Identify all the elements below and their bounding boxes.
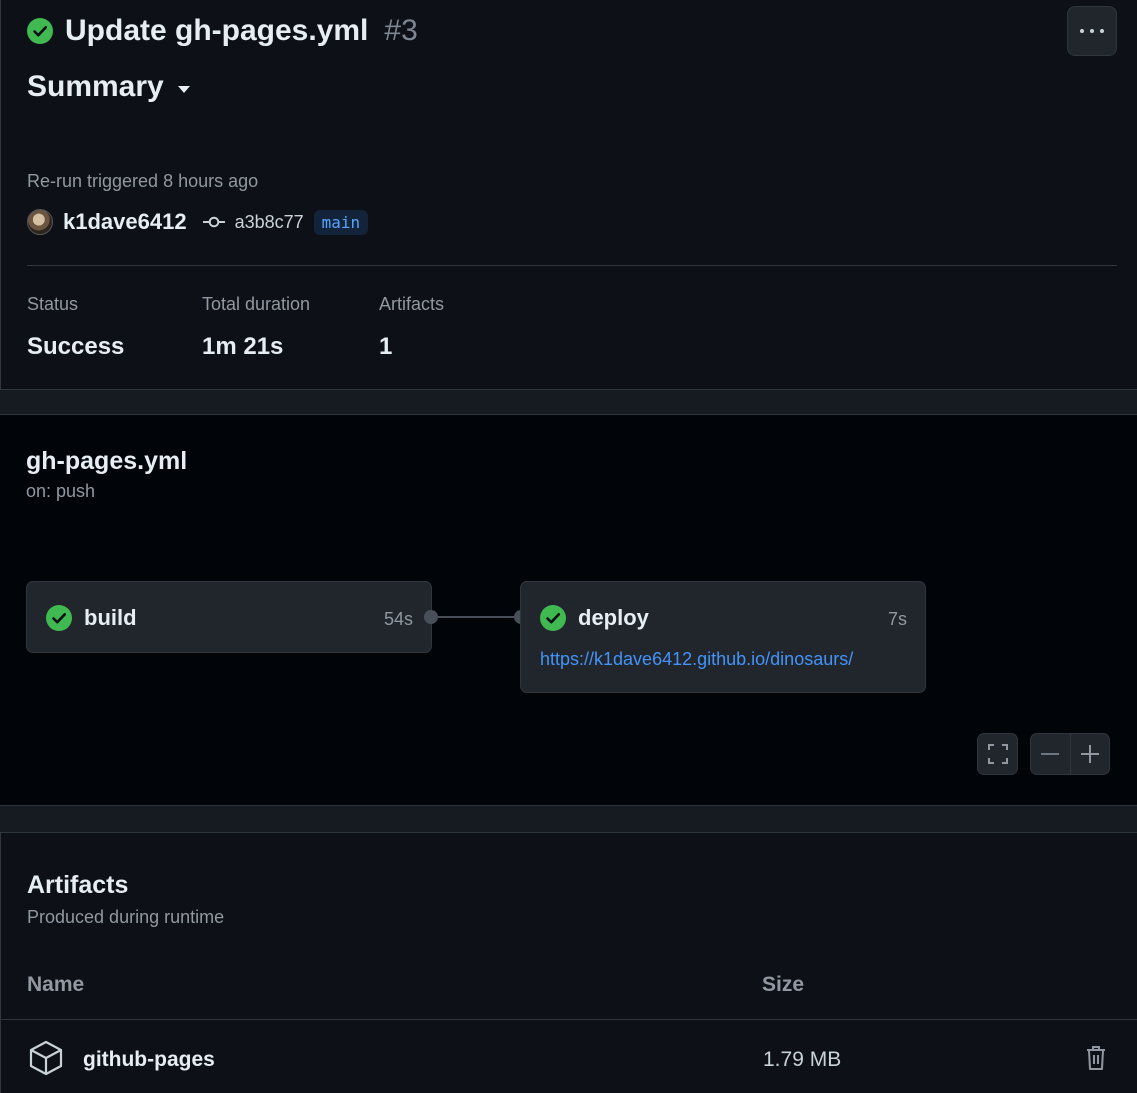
zoom-in-button[interactable] (1070, 734, 1109, 774)
stat-value: 1m 21s (202, 333, 284, 360)
workflow-graph: gh-pages.yml on: push build 54s deploy 7… (0, 414, 1137, 806)
job-connector (431, 616, 521, 618)
workflow-trigger: on: push (26, 481, 96, 501)
stat-status: Status Success (27, 294, 202, 361)
run-stats: Status Success Total duration 1m 21s Art… (27, 294, 444, 361)
success-check-icon (27, 18, 53, 44)
job-build[interactable]: build 54s (26, 581, 432, 653)
run-meta: k1dave6412 a3b8c77 main (27, 205, 369, 239)
job-name: build (84, 605, 137, 630)
stat-value[interactable]: 1 (379, 333, 444, 361)
stat-label: Status (27, 294, 79, 314)
table-row: github-pages 1.79 MB (1, 1020, 1137, 1093)
plus-icon (1080, 745, 1099, 763)
deployment-url-link[interactable]: https://k1dave6412.github.io/dinosaurs/ (540, 649, 853, 670)
caret-down-icon (177, 85, 190, 93)
artifact-size: 1.79 MB (763, 1048, 842, 1071)
artifacts-title: Artifacts (27, 871, 129, 899)
summary-dropdown[interactable]: Summary (27, 70, 190, 104)
trash-icon[interactable] (1085, 1045, 1107, 1071)
column-header-size: Size (762, 973, 805, 996)
fullscreen-icon (987, 744, 1008, 764)
job-name: deploy (578, 605, 649, 630)
zoom-controls (1030, 733, 1110, 775)
git-commit-icon (202, 216, 225, 228)
job-duration: 7s (887, 609, 907, 629)
commit-sha-link[interactable]: a3b8c77 (235, 212, 304, 233)
job-head: deploy (540, 605, 649, 631)
fullscreen-button[interactable] (977, 733, 1018, 775)
job-duration: 54s (383, 609, 413, 629)
package-icon (29, 1040, 63, 1076)
success-check-icon (540, 605, 566, 631)
avatar[interactable] (27, 209, 53, 235)
title-row: Update gh-pages.yml #3 (27, 14, 418, 48)
connector-node-out (424, 610, 438, 624)
minus-icon (1041, 753, 1060, 755)
zoom-out-button[interactable] (1031, 734, 1070, 774)
artifact-name-link[interactable]: github-pages (83, 1048, 215, 1072)
stat-artifacts: Artifacts 1 (379, 294, 444, 361)
trigger-text: Re-run triggered 8 hours ago (27, 171, 259, 191)
divider (27, 265, 1117, 266)
branch-badge[interactable]: main (313, 209, 369, 235)
column-header-name: Name (27, 973, 85, 996)
run-header: Update gh-pages.yml #3 Summary Re-run tr… (0, 0, 1137, 390)
artifacts-subtitle: Produced during runtime (27, 907, 225, 927)
artifacts-section: Artifacts Produced during runtime Name S… (0, 832, 1137, 1093)
workflow-run-page: Update gh-pages.yml #3 Summary Re-run tr… (0, 0, 1137, 1093)
stat-value: Success (27, 333, 125, 360)
stat-duration: Total duration 1m 21s (202, 294, 379, 361)
kebab-dot-icon (1100, 29, 1104, 33)
section-gap (0, 390, 1137, 414)
summary-label: Summary (27, 70, 164, 103)
stat-label: Artifacts (379, 294, 445, 314)
kebab-dot-icon (1090, 29, 1094, 33)
success-check-icon (46, 605, 72, 631)
kebab-dot-icon (1080, 29, 1084, 33)
job-deploy[interactable]: deploy 7s https://k1dave6412.github.io/d… (520, 581, 926, 693)
more-options-button[interactable] (1067, 6, 1117, 56)
job-head: build (46, 605, 137, 631)
run-number: #3 (384, 14, 418, 47)
stat-label: Total duration (202, 294, 311, 314)
username-link[interactable]: k1dave6412 (63, 209, 187, 235)
run-title: Update gh-pages.yml (65, 14, 369, 47)
section-gap (0, 806, 1137, 832)
workflow-file-name[interactable]: gh-pages.yml (26, 447, 187, 476)
